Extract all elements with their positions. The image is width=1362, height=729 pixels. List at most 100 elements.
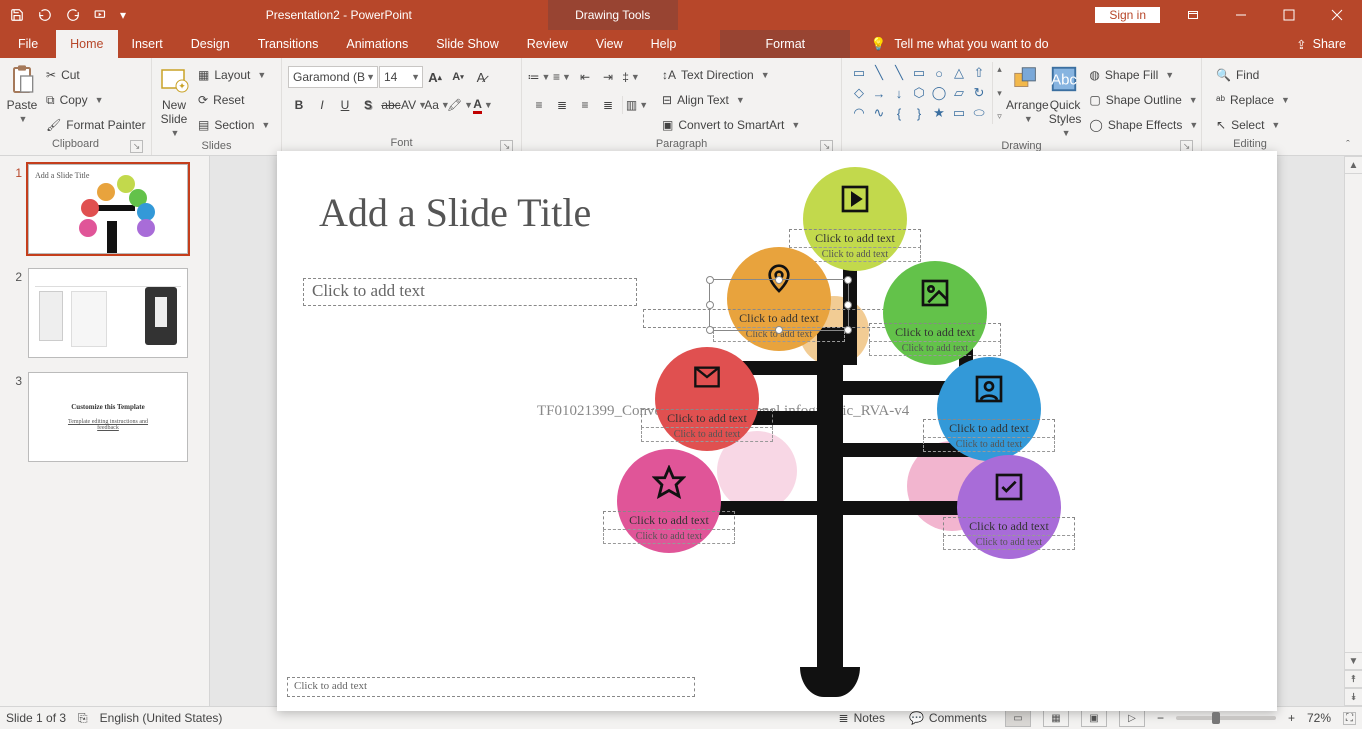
fit-to-window-button[interactable]: ⛶ <box>1343 712 1356 725</box>
tab-transitions[interactable]: Transitions <box>244 30 333 58</box>
shapes-gallery[interactable]: ▭╲╲▭○△⇧ ◇→↓⬡◯▱↻ ◠∿{}★▭⬭ <box>848 62 990 124</box>
collapse-ribbon-button[interactable]: ˆ <box>1340 137 1356 153</box>
node-play-text[interactable]: Click to add text <box>789 229 921 248</box>
spellcheck-icon[interactable]: ⎘ <box>78 711 88 726</box>
tab-help[interactable]: Help <box>637 30 691 58</box>
underline-button[interactable]: U <box>334 94 356 116</box>
scroll-up-button[interactable]: ▲ <box>1345 156 1362 174</box>
ribbon-display-options-button[interactable] <box>1170 0 1216 30</box>
align-left-button[interactable]: ≡ <box>528 94 550 116</box>
node-mail[interactable]: Click to add text Click to add text <box>655 347 759 451</box>
bold-button[interactable]: B <box>288 94 310 116</box>
arrange-button[interactable]: Arrange▼ <box>1006 62 1049 126</box>
shape-textbox-icon[interactable]: ▭ <box>850 64 868 82</box>
normal-view-button[interactable]: ▭ <box>1005 709 1031 727</box>
slide-canvas[interactable]: Add a Slide Title Click to add text Clic… <box>277 151 1277 711</box>
node-user[interactable]: Click to add text Click to add text <box>937 357 1041 461</box>
close-button[interactable] <box>1314 0 1360 30</box>
language-indicator[interactable]: English (United States) <box>100 711 223 725</box>
convert-smartart-button[interactable]: ▣Convert to SmartArt▼ <box>658 114 804 136</box>
find-button[interactable]: 🔍Find <box>1212 64 1294 86</box>
align-right-button[interactable]: ≡ <box>574 94 596 116</box>
shape-effects-button[interactable]: ◯Shape Effects▼ <box>1085 114 1202 136</box>
node-user-text[interactable]: Click to add text <box>923 419 1055 438</box>
replace-button[interactable]: ᵃᵇReplace▼ <box>1212 89 1294 111</box>
footer-placeholder[interactable]: Click to add text <box>287 677 695 697</box>
slide-thumbnail-2[interactable]: 2 <box>8 268 209 358</box>
decrease-indent-button[interactable]: ⇤ <box>574 66 596 88</box>
increase-indent-button[interactable]: ⇥ <box>597 66 619 88</box>
node-image-subtext[interactable]: Click to add text <box>869 341 1001 356</box>
node-check[interactable]: Click to add text Click to add text <box>957 455 1061 559</box>
paste-button[interactable]: Paste ▼ <box>6 62 38 126</box>
next-slide-button[interactable]: ⯯ <box>1345 688 1362 706</box>
decrease-font-button[interactable]: A▾ <box>447 66 469 88</box>
shapes-gallery-more[interactable]: ▴▾▿ <box>992 62 1006 124</box>
reading-view-button[interactable]: ▣ <box>1081 709 1107 727</box>
tab-view[interactable]: View <box>582 30 637 58</box>
title-placeholder[interactable]: Add a Slide Title <box>319 189 591 236</box>
undo-button[interactable] <box>32 2 58 28</box>
tab-file[interactable]: File <box>0 30 56 58</box>
minimize-button[interactable] <box>1218 0 1264 30</box>
slideshow-view-button[interactable]: ▷ <box>1119 709 1145 727</box>
format-painter-button[interactable]: 🖌Format Painter <box>42 114 150 136</box>
comments-button[interactable]: 💬Comments <box>903 711 993 725</box>
zoom-value[interactable]: 72% <box>1307 711 1331 725</box>
reset-button[interactable]: ⟳Reset <box>194 89 274 111</box>
notes-button[interactable]: ≣Notes <box>833 711 891 725</box>
tell-me-search[interactable]: 💡 Tell me what you want to do <box>870 30 1048 58</box>
qat-customize-button[interactable]: ▾ <box>116 2 130 28</box>
node-star-text[interactable]: Click to add text <box>603 511 735 530</box>
node-location[interactable]: Click to add text Click to add text <box>727 247 831 351</box>
align-center-button[interactable]: ≣ <box>551 94 573 116</box>
highlight-button[interactable]: 🖍▼ <box>449 94 471 116</box>
char-spacing-button[interactable]: AV▼ <box>403 94 425 116</box>
node-check-text[interactable]: Click to add text <box>943 517 1075 536</box>
shape-outline-button[interactable]: ▢Shape Outline▼ <box>1085 89 1202 111</box>
tab-design[interactable]: Design <box>177 30 244 58</box>
node-mail-subtext[interactable]: Click to add text <box>641 427 773 442</box>
slide-thumbnail-pane[interactable]: 1 Add a Slide Title 2 <box>0 156 210 706</box>
zoom-in-button[interactable]: + <box>1288 711 1295 725</box>
section-button[interactable]: ▤Section▼ <box>194 114 274 136</box>
save-button[interactable] <box>4 2 30 28</box>
node-user-subtext[interactable]: Click to add text <box>923 437 1055 452</box>
numbering-button[interactable]: ≡▼ <box>551 66 573 88</box>
tab-format[interactable]: Format <box>720 30 850 58</box>
zoom-out-button[interactable]: − <box>1157 711 1164 725</box>
prev-slide-button[interactable]: ⯭ <box>1345 670 1362 688</box>
font-name-combo[interactable]: Garamond (B▼ <box>288 66 378 88</box>
redo-button[interactable] <box>60 2 86 28</box>
italic-button[interactable]: I <box>311 94 333 116</box>
font-size-combo[interactable]: 14▼ <box>379 66 423 88</box>
node-check-subtext[interactable]: Click to add text <box>943 535 1075 550</box>
zoom-slider[interactable] <box>1176 716 1276 720</box>
clear-formatting-button[interactable]: A̷ <box>470 66 492 88</box>
slide-thumbnail-1[interactable]: 1 Add a Slide Title <box>8 164 209 254</box>
slide-editor[interactable]: Add a Slide Title Click to add text Clic… <box>210 156 1344 706</box>
body-placeholder[interactable]: Click to add text <box>303 278 637 306</box>
increase-font-button[interactable]: A▴ <box>424 66 446 88</box>
tab-home[interactable]: Home <box>56 30 117 58</box>
cut-button[interactable]: ✂Cut <box>42 64 150 86</box>
node-image-text[interactable]: Click to add text <box>869 323 1001 342</box>
shadow-button[interactable]: S <box>357 94 379 116</box>
sign-in-button[interactable]: Sign in <box>1095 7 1160 23</box>
quick-styles-button[interactable]: Abc Quick Styles▼ <box>1049 62 1082 140</box>
line-spacing-button[interactable]: ‡▼ <box>620 66 642 88</box>
slide-thumbnail-3[interactable]: 3 Customize this Template Template editi… <box>8 372 209 462</box>
node-star[interactable]: Click to add text Click to add text <box>617 449 721 553</box>
bullets-button[interactable]: ≔▼ <box>528 66 550 88</box>
maximize-button[interactable] <box>1266 0 1312 30</box>
copy-button[interactable]: ⧉Copy▼ <box>42 89 150 111</box>
align-text-button[interactable]: ⊟Align Text▼ <box>658 89 804 111</box>
tab-animations[interactable]: Animations <box>332 30 422 58</box>
scroll-down-button[interactable]: ▼ <box>1345 652 1362 670</box>
node-mail-text[interactable]: Click to add text <box>641 409 773 428</box>
node-play[interactable]: Click to add text Click to add text <box>803 167 907 271</box>
start-from-beginning-button[interactable] <box>88 2 114 28</box>
node-star-subtext[interactable]: Click to add text <box>603 529 735 544</box>
shape-fill-button[interactable]: ◍Shape Fill▼ <box>1085 64 1202 86</box>
font-color-button[interactable]: A▼ <box>472 94 494 116</box>
